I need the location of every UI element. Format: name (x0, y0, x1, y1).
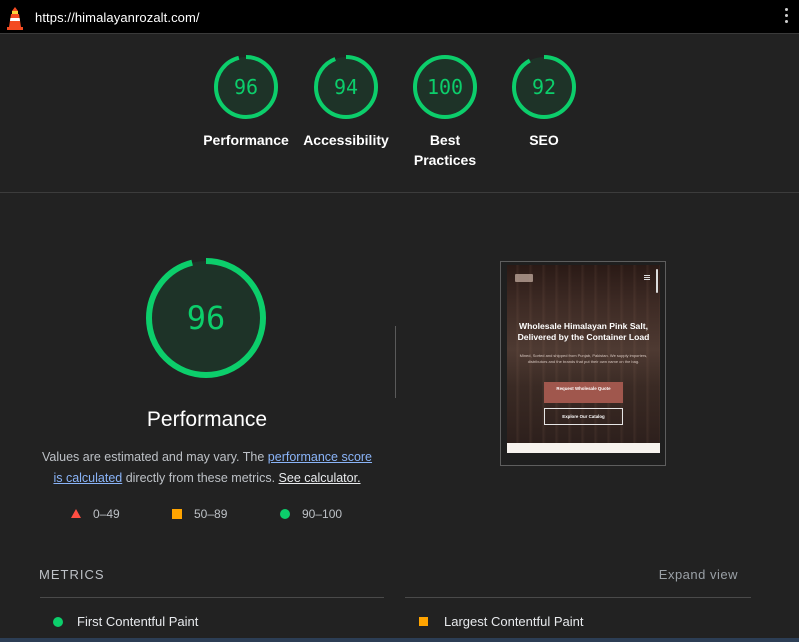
metrics-heading: METRICS (39, 567, 105, 582)
screenshot-secondary-button: Explore Our Catalog (544, 408, 623, 425)
see-calculator-link[interactable]: See calculator. (279, 471, 361, 485)
section-divider (0, 192, 799, 193)
lighthouse-icon (7, 7, 23, 30)
legend-range: 90–100 (302, 506, 343, 521)
hamburger-menu-icon (644, 275, 650, 280)
screenshot-primary-button: Request Wholesale Quote (544, 382, 623, 403)
legend-range: 50–89 (194, 506, 228, 521)
score-accessibility[interactable]: 94 Accessibility (291, 54, 401, 150)
performance-score-value: 96 (187, 299, 226, 337)
gauge-seo-icon: 92 (512, 55, 576, 119)
performance-gauge: 96 (146, 258, 266, 378)
metric-largest-contentful-paint[interactable]: Largest Contentful Paint (419, 613, 583, 629)
gauge-performance-icon: 96 (214, 55, 278, 119)
gauge-accessibility-icon: 94 (314, 55, 378, 119)
triangle-fail-icon (71, 509, 81, 519)
legend-fail: 0–49 (71, 506, 120, 522)
description-text: directly from these metrics. (122, 471, 276, 485)
score-best-practices[interactable]: 100 Best Practices (390, 54, 500, 170)
score-label: Best Practices (413, 132, 477, 168)
description-text: Values are estimated and may vary. The (41, 450, 268, 464)
page-url[interactable]: https://himalayanrozalt.com/ (35, 10, 200, 25)
vertical-divider (395, 326, 396, 398)
legend-pass: 90–100 (280, 506, 342, 522)
metric-first-contentful-paint[interactable]: First Contentful Paint (53, 613, 198, 629)
score-value: 96 (234, 75, 258, 99)
bottom-edge (0, 638, 799, 642)
metric-label: Largest Contentful Paint (444, 614, 584, 630)
screenshot-footer (507, 443, 660, 453)
gauge-best-practices-icon: 100 (413, 55, 477, 119)
expand-view-button[interactable]: Expand view (659, 567, 738, 582)
final-screenshot[interactable]: Wholesale Himalayan Pink Salt, Delivered… (500, 261, 666, 466)
kebab-menu-icon[interactable] (785, 8, 789, 24)
screenshot-headline: Wholesale Himalayan Pink Salt, Delivered… (517, 321, 650, 342)
score-performance[interactable]: 96 Performance (191, 54, 301, 150)
performance-title: Performance (146, 408, 268, 431)
circle-pass-icon (280, 508, 290, 519)
screenshot-phone-frame: Wholesale Himalayan Pink Salt, Delivered… (507, 265, 660, 453)
screenshot-subtext: Mined, Sorted and shipped from Punjab, P… (519, 353, 648, 364)
score-value: 94 (334, 75, 358, 99)
metric-label: First Contentful Paint (77, 614, 199, 630)
score-label: Accessibility (303, 132, 389, 148)
legend-average: 50–89 (172, 506, 227, 522)
site-logo (515, 274, 533, 282)
score-value: 92 (532, 75, 556, 99)
legend-range: 0–49 (93, 506, 120, 521)
score-seo[interactable]: 92 SEO (489, 54, 599, 150)
performance-description: Values are estimated and may vary. The p… (38, 447, 376, 489)
score-label: Performance (203, 132, 289, 148)
top-bar: https://himalayanrozalt.com/ (0, 0, 799, 34)
square-average-icon (419, 617, 428, 627)
metrics-divider-left (40, 597, 384, 598)
square-average-icon (172, 508, 182, 519)
scrollbar (656, 269, 658, 293)
score-label: SEO (529, 132, 559, 148)
metrics-divider-right (405, 597, 751, 598)
score-value: 100 (427, 75, 463, 99)
circle-pass-icon (53, 616, 63, 627)
